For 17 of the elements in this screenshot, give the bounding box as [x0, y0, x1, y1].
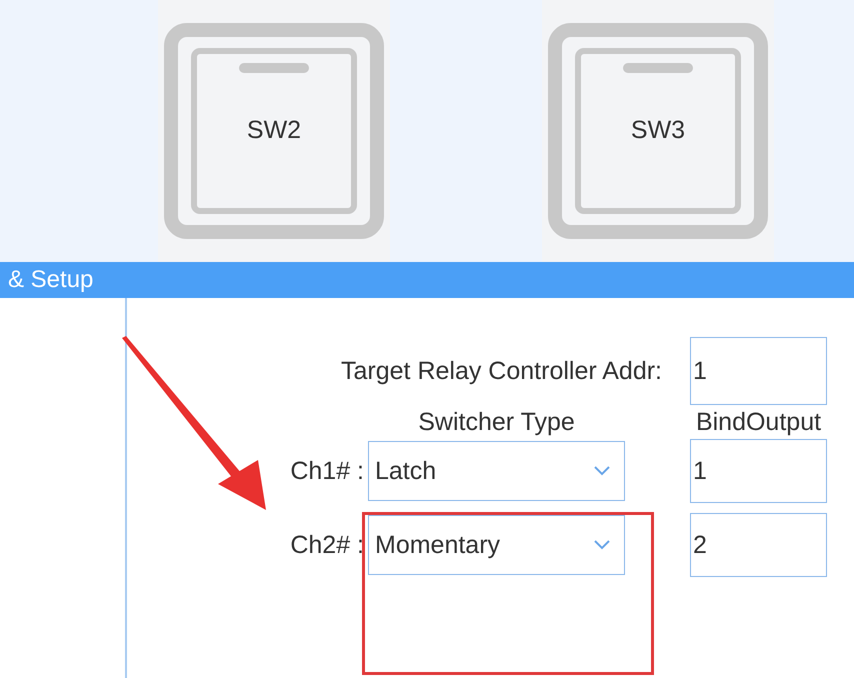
field-label: Target Relay Controller Addr: — [341, 356, 663, 386]
switch-label: SW2 — [246, 118, 302, 143]
column-header: Switcher Type — [418, 410, 575, 438]
type-dropdown[interactable]: Latch — [368, 441, 625, 501]
address-field[interactable]: 1 — [690, 337, 827, 405]
channel-label: Ch1# : — [290, 456, 365, 486]
switch-label: SW3 — [630, 118, 686, 143]
output-field[interactable]: 2 — [690, 513, 827, 577]
column-header: BindOutput — [696, 410, 822, 438]
channel-label: Ch2# : — [290, 530, 365, 560]
section-title: & Setup — [7, 266, 94, 294]
switch-icon — [164, 23, 384, 239]
chevron-icon — [594, 540, 610, 550]
chevron-icon — [594, 466, 610, 476]
output-field[interactable]: 1 — [690, 439, 827, 503]
type-dropdown[interactable]: Momentary — [368, 515, 625, 575]
switch-icon — [548, 23, 768, 239]
